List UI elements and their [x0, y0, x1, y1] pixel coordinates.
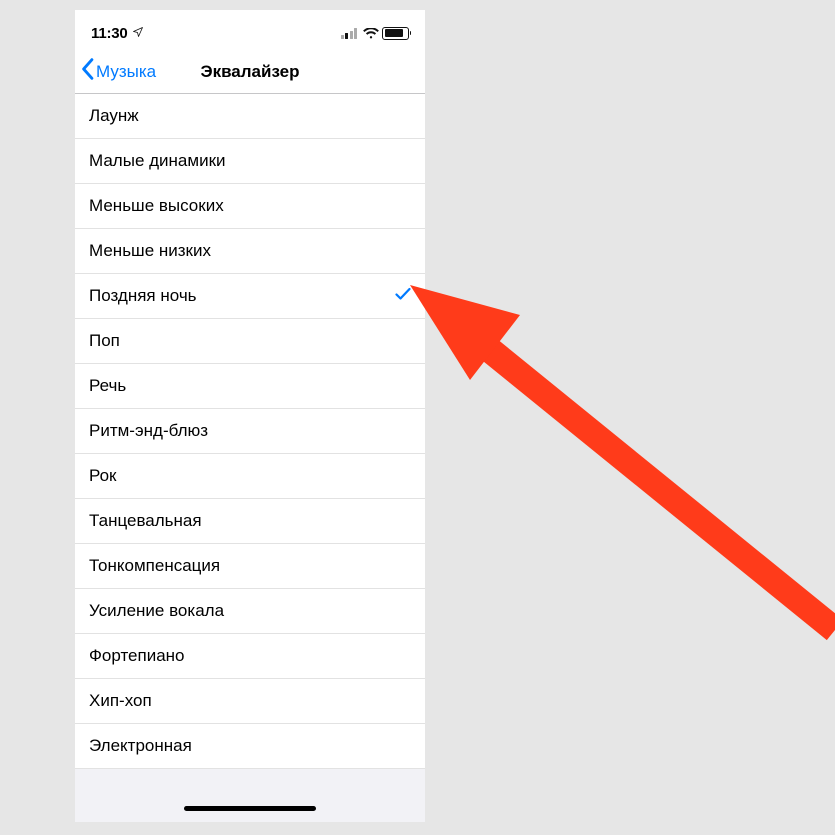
equalizer-preset-row[interactable]: Танцевальная [75, 499, 425, 544]
equalizer-preset-row[interactable]: Ритм-энд-блюз [75, 409, 425, 454]
checkmark-icon [395, 286, 411, 306]
phone-screen: 11:30 Музыка Эквалайзер Лаунж [75, 10, 425, 822]
chevron-left-icon [81, 58, 94, 85]
preset-label: Рок [89, 466, 116, 486]
cellular-signal-icon [341, 28, 358, 39]
back-label: Музыка [96, 62, 156, 82]
preset-label: Малые динамики [89, 151, 226, 171]
back-button[interactable]: Музыка [75, 58, 160, 85]
equalizer-preset-row[interactable]: Фортепиано [75, 634, 425, 679]
equalizer-preset-row[interactable]: Малые динамики [75, 139, 425, 184]
equalizer-preset-row[interactable]: Усиление вокала [75, 589, 425, 634]
preset-label: Хип-хоп [89, 691, 152, 711]
equalizer-preset-row[interactable]: Тонкомпенсация [75, 544, 425, 589]
preset-label: Речь [89, 376, 126, 396]
preset-label: Фортепиано [89, 646, 185, 666]
preset-label: Поп [89, 331, 120, 351]
navigation-bar: Музыка Эквалайзер [75, 50, 425, 94]
battery-level [385, 29, 404, 37]
equalizer-preset-row[interactable]: Лаунж [75, 94, 425, 139]
equalizer-preset-row[interactable]: Меньше высоких [75, 184, 425, 229]
preset-label: Меньше высоких [89, 196, 224, 216]
equalizer-preset-list: Лаунж Малые динамики Меньше высоких Меньше … [75, 94, 425, 769]
preset-label: Тонкомпенсация [89, 556, 220, 576]
status-right [341, 27, 410, 40]
status-bar: 11:30 [75, 10, 425, 50]
status-time: 11:30 [91, 25, 128, 42]
battery-icon [382, 27, 409, 40]
status-left: 11:30 [91, 25, 144, 42]
preset-label: Поздняя ночь [89, 286, 197, 306]
equalizer-preset-row[interactable]: Поп [75, 319, 425, 364]
equalizer-preset-row[interactable]: Хип-хоп [75, 679, 425, 724]
preset-label: Ритм-энд-блюз [89, 421, 208, 441]
preset-label: Лаунж [89, 106, 139, 126]
home-indicator-bar [184, 806, 316, 811]
empty-footer [75, 769, 425, 794]
preset-label: Меньше низких [89, 241, 211, 261]
equalizer-preset-row[interactable]: Электронная [75, 724, 425, 769]
preset-label: Электронная [89, 736, 192, 756]
preset-label: Танцевальная [89, 511, 202, 531]
wifi-icon [363, 27, 378, 39]
equalizer-preset-row[interactable]: Речь [75, 364, 425, 409]
preset-label: Усиление вокала [89, 601, 224, 621]
equalizer-preset-row[interactable]: Меньше низких [75, 229, 425, 274]
location-arrow-icon [132, 25, 144, 42]
equalizer-preset-row[interactable]: Рок [75, 454, 425, 499]
equalizer-preset-row[interactable]: Поздняя ночь [75, 274, 425, 319]
home-indicator [75, 794, 425, 822]
